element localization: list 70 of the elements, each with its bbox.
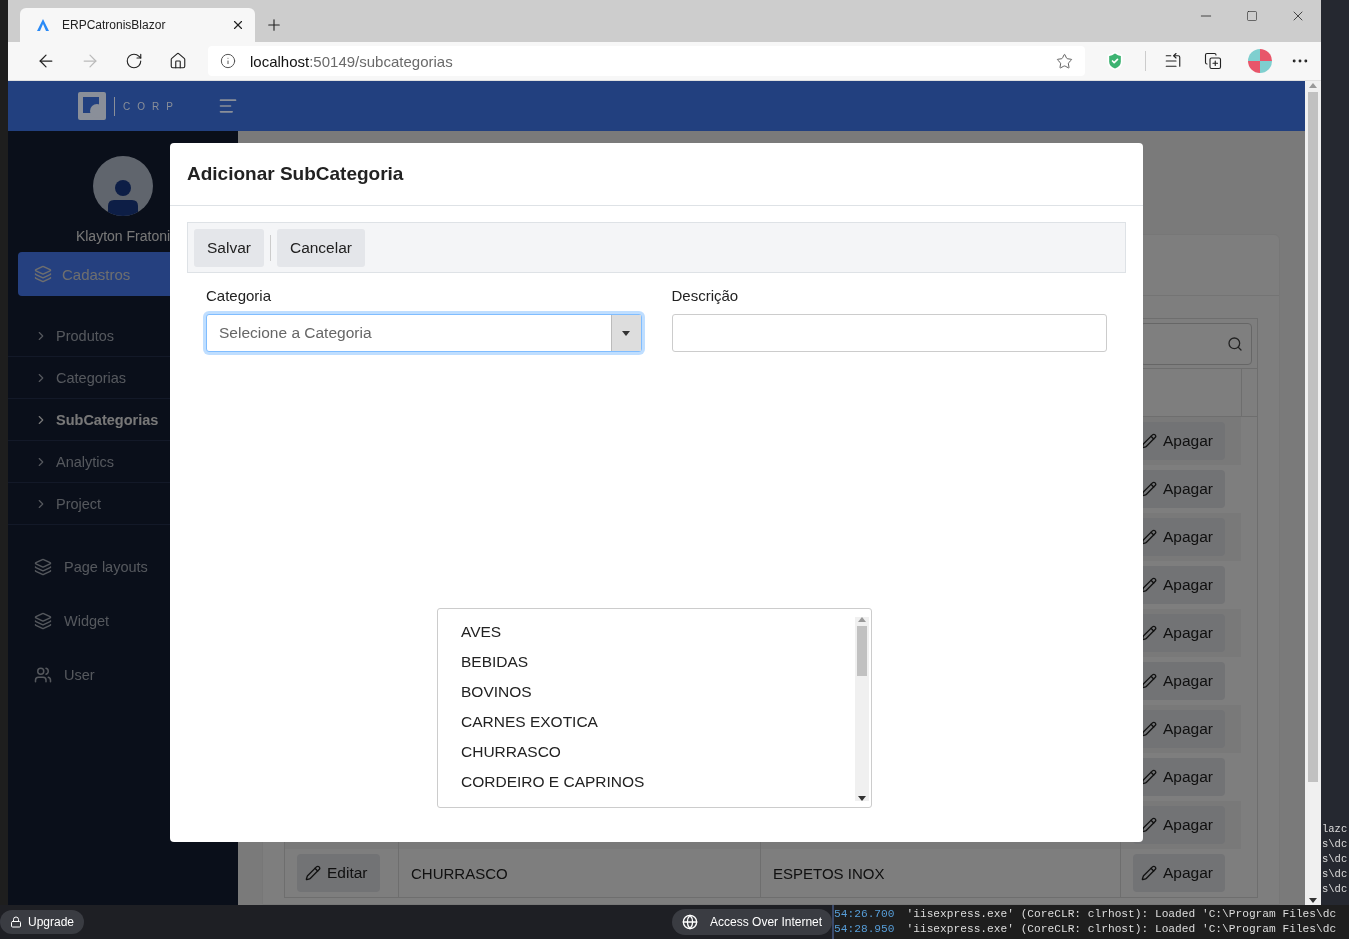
browser-tab[interactable]: ERPCatronisBlazor [20,8,255,42]
nav-item[interactable]: Widget [8,594,238,648]
upgrade-button[interactable]: Upgrade [0,910,85,934]
dropdown-option[interactable]: AVES [438,617,855,647]
delete-button[interactable]: Apagar [1133,854,1225,892]
pencil-icon [1141,481,1157,497]
globe-icon [682,914,699,930]
input-field[interactable] [671,314,1107,352]
console-text: s\dc [1321,882,1349,897]
collections-icon[interactable] [1204,52,1222,70]
scroll-thumb[interactable] [1308,92,1318,782]
profile-avatar[interactable] [1248,49,1272,73]
menu-icon[interactable] [217,96,238,116]
user-name: Klayton Fratoni [75,228,171,244]
access-button[interactable]: Access Over Internet [672,909,833,935]
search-icon [1227,335,1243,352]
pencil-icon [1141,625,1157,641]
console-text: s\dc [1321,852,1349,867]
corp-logo: CORP [78,92,180,120]
pencil-icon [1141,865,1157,881]
address-field[interactable]: localhost:50149/subcategorias [208,46,1085,76]
pencil-icon [1141,721,1157,737]
pencil-icon [1141,529,1157,545]
app-logo-icon [36,18,50,32]
log-line: 54:26.700 'iisexpress.exe' (CoreCLR: clrhost): Loaded 'C:\Program Files\dc [834,907,1338,922]
shield-icon[interactable] [1105,51,1125,71]
tab-title: ERPCatronisBlazor [62,18,167,32]
layers-icon [34,265,52,283]
table-cell: CHURRASCO [411,864,508,882]
new-tab-icon[interactable] [265,16,283,34]
dropdown-option[interactable]: BOVINOS [438,677,855,707]
pencil-icon [305,865,321,881]
dropdown-option[interactable]: CHURRASCO [438,737,855,767]
nav-item[interactable]: Page layouts [8,540,238,594]
pencil-icon [1141,577,1157,593]
dropdown-option[interactable]: BEBIDAS [438,647,855,677]
dropdown-option[interactable]: CARNES EXOTICA [438,707,855,737]
layers-icon [34,558,52,576]
lock-icon [10,916,22,928]
pencil-icon [1141,817,1157,833]
edit-button[interactable]: Editar [297,854,380,892]
log-line: 54:28.950 'iisexpress.exe' (CoreCLR: clrhost): Loaded 'C:\Program Files\dc [834,922,1338,937]
favorite-star-icon[interactable] [1056,52,1073,70]
console-text: s\dc [1321,867,1349,882]
search-field[interactable] [1140,322,1252,365]
cancel-button[interactable]: Cancelar [276,228,365,267]
scroll-up-icon[interactable] [858,617,866,622]
console-text: lazc [1321,822,1349,837]
info-icon [220,53,236,69]
save-button[interactable]: Salvar [194,228,264,267]
category-select[interactable]: Selecione a Categoria [206,314,642,352]
scroll-down-icon[interactable] [1309,898,1317,903]
dropdown-option[interactable]: CORDEIRO E CAPRINOS [438,767,855,797]
close-tab-icon[interactable] [231,18,245,32]
console-text: s\dc [1321,837,1349,852]
table-cell: ESPETOS INOX [773,864,885,882]
delete-button[interactable]: Apagar [1133,806,1225,844]
caret-icon [622,330,630,336]
users-icon [34,666,52,684]
field-label: Descrição [671,287,740,304]
pencil-icon [1141,673,1157,689]
layers-icon [34,612,52,630]
nav-item[interactable]: User [8,648,238,702]
dialog-title: Adicionar SubCategoria [187,163,404,185]
pencil-icon [1141,433,1157,449]
favorites-icon[interactable] [1164,52,1182,70]
user-avatar [93,156,153,216]
scroll-up-icon[interactable] [1309,83,1317,88]
pencil-icon [1141,769,1157,785]
scroll-thumb[interactable] [857,626,867,676]
